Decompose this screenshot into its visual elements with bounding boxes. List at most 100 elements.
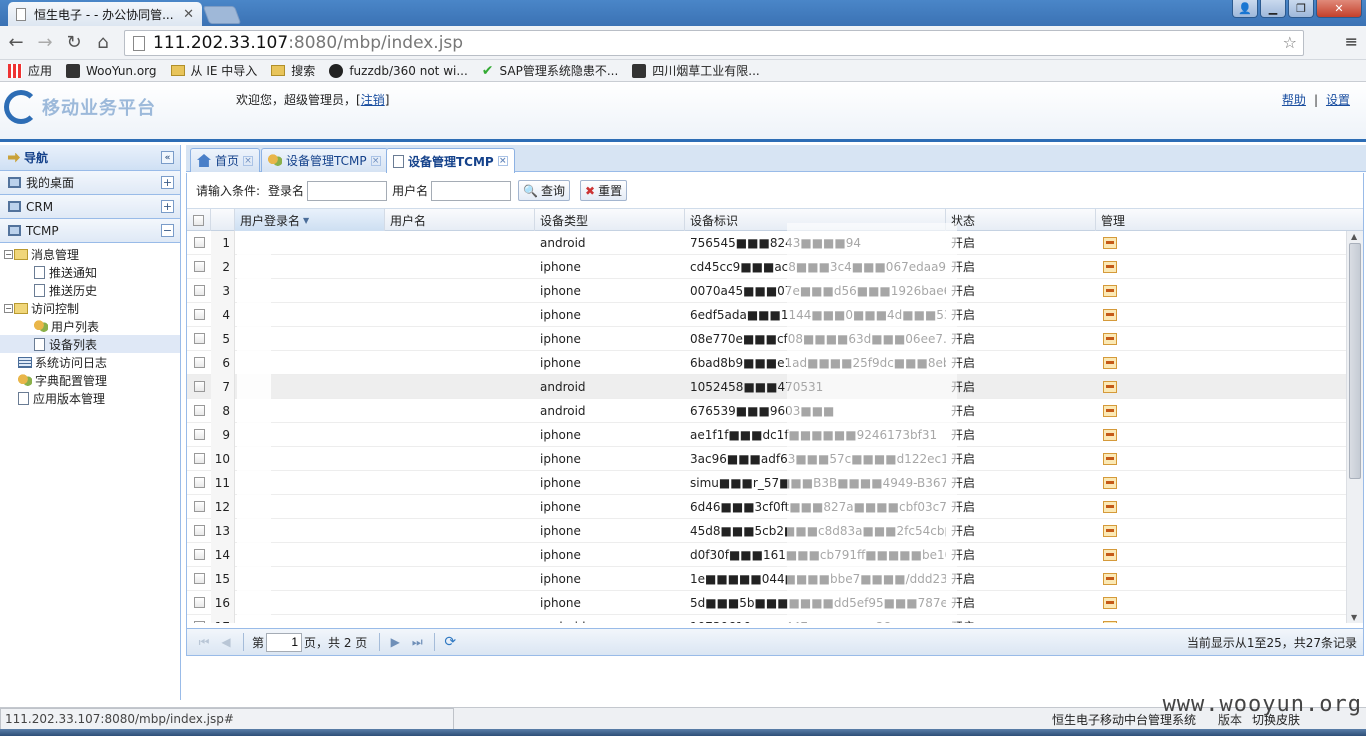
minimize-button[interactable]: ▁	[1260, 0, 1286, 18]
table-row[interactable]: 15 iphone 1e■■■■■044■■■■bbe7■■■■/ddd23dddf…	[187, 566, 1363, 591]
manage-back-arrow-icon[interactable]	[1103, 380, 1117, 393]
profile-icon[interactable]: 👤	[1232, 0, 1258, 18]
row-checkbox[interactable]	[193, 453, 205, 464]
table-row[interactable]: 9 iphone ae1f1f■■■dc1f■■■■■■9246173bf31 开启	[187, 422, 1363, 447]
grid-scrollbar[interactable]: ▲ ▼	[1346, 231, 1363, 623]
table-row[interactable]: 5 iphone 08e770e■■■cf08■■■■63d■■■06ee7... 开…	[187, 326, 1363, 351]
manage-back-arrow-icon[interactable]	[1103, 260, 1117, 273]
reload-icon[interactable]: ↻	[61, 32, 87, 53]
refresh-icon[interactable]: ⟳	[443, 634, 457, 650]
tree-node-access-log[interactable]: 系统访问日志	[0, 353, 180, 371]
close-tab-icon[interactable]: ×	[497, 156, 508, 166]
tree-node-device-list[interactable]: 设备列表	[0, 335, 180, 353]
settings-link[interactable]: 设置	[1326, 93, 1350, 107]
manage-back-arrow-icon[interactable]	[1103, 356, 1117, 369]
tree-node-app-version[interactable]: 应用版本管理	[0, 389, 180, 407]
manage-back-arrow-icon[interactable]	[1103, 524, 1117, 537]
sidebar-section-crm[interactable]: CRM +	[0, 195, 180, 219]
close-window-button[interactable]: ✕	[1316, 0, 1362, 18]
table-row[interactable]: 3 iphone 0070a45■■■07e■■■d56■■■1926bae6a..…	[187, 278, 1363, 303]
tree-node-push-history[interactable]: 推送历史	[0, 281, 180, 299]
scroll-thumb[interactable]	[1349, 243, 1361, 479]
row-checkbox[interactable]	[193, 237, 205, 248]
row-checkbox[interactable]	[193, 357, 205, 368]
row-checkbox[interactable]	[193, 333, 205, 344]
table-row[interactable]: 2 iphone cd45cc9■■■ac8■■■3c4■■■067edaa983.…	[187, 254, 1363, 279]
manage-back-arrow-icon[interactable]	[1103, 500, 1117, 513]
table-row[interactable]: 17 android10730610■■■447■■■■■■28开启	[187, 614, 1363, 623]
row-checkbox[interactable]	[193, 261, 205, 272]
page-number-input[interactable]	[266, 632, 303, 652]
forward-icon[interactable]: →	[32, 32, 58, 53]
manage-back-arrow-icon[interactable]	[1103, 476, 1117, 489]
close-tab-icon[interactable]: ×	[243, 155, 254, 166]
first-page-icon[interactable]: ⏮	[197, 635, 211, 650]
row-checkbox[interactable]	[193, 309, 205, 320]
bookmark-star-icon[interactable]: ☆	[1283, 33, 1297, 52]
select-all-checkbox[interactable]	[193, 214, 204, 226]
scroll-up-icon[interactable]: ▲	[1351, 232, 1357, 241]
tree-node-message-mgmt[interactable]: − 消息管理	[0, 245, 180, 263]
menu-icon[interactable]: ≡	[1345, 32, 1358, 51]
manage-back-arrow-icon[interactable]	[1103, 596, 1117, 609]
manage-back-arrow-icon[interactable]	[1103, 308, 1117, 321]
tree-collapse-icon[interactable]: −	[4, 249, 13, 259]
collapse-sidebar-icon[interactable]: «	[161, 151, 174, 164]
row-checkbox[interactable]	[193, 525, 205, 536]
table-row[interactable]: 7 android 1052458■■■470531 开启	[187, 374, 1363, 399]
bookmark-sap[interactable]: ✔ SAP管理系统隐患不...	[482, 62, 618, 79]
bookmark-fuzzdb[interactable]: fuzzdb/360 not wi...	[329, 63, 468, 78]
manage-back-arrow-icon[interactable]	[1103, 572, 1117, 585]
scroll-down-icon[interactable]: ▼	[1351, 613, 1357, 622]
row-checkbox[interactable]	[193, 501, 205, 512]
row-checkbox[interactable]	[193, 549, 205, 560]
bookmark-apps[interactable]: 应用	[8, 62, 52, 79]
row-checkbox[interactable]	[193, 597, 205, 608]
manage-back-arrow-icon[interactable]	[1103, 284, 1117, 297]
tree-node-user-list[interactable]: 用户列表	[0, 317, 180, 335]
sidebar-section-tcmp[interactable]: TCMP −	[0, 219, 180, 243]
expand-icon[interactable]: +	[161, 176, 174, 189]
help-link[interactable]: 帮助	[1282, 93, 1306, 107]
prev-page-icon[interactable]: ◀	[219, 635, 233, 649]
collapse-icon[interactable]: −	[161, 224, 174, 237]
bookmark-sichuan[interactable]: 四川烟草工业有限...	[632, 62, 760, 79]
manage-back-arrow-icon[interactable]	[1103, 236, 1117, 249]
browser-tab[interactable]: 恒生电子 - - 办公协同管... ✕	[8, 2, 202, 26]
row-checkbox[interactable]	[193, 477, 205, 488]
last-page-icon[interactable]: ⏭	[410, 635, 424, 650]
manage-back-arrow-icon[interactable]	[1103, 620, 1117, 623]
table-row[interactable]: 11 iphone simu■■■r_57■■■B3B■■■■4949-B367-2…	[187, 470, 1363, 495]
next-page-icon[interactable]: ▶	[388, 635, 402, 649]
home-icon[interactable]: ⌂	[90, 32, 116, 53]
bookmark-ie-import[interactable]: 从 IE 中导入	[170, 62, 257, 79]
table-row[interactable]: 1 android 756545■■■8243■■■■94 开启	[187, 231, 1363, 255]
bookmark-search[interactable]: 搜索	[271, 62, 315, 79]
table-row[interactable]: 13 iphone 45d8■■■5cb2■■■c8d83a■■■2fc54cb■■…	[187, 518, 1363, 543]
tab-device-mgmt-2[interactable]: 设备管理TCMP ×	[386, 148, 515, 173]
manage-back-arrow-icon[interactable]	[1103, 332, 1117, 345]
row-checkbox[interactable]	[193, 405, 205, 416]
tab-home[interactable]: 首页 ×	[190, 148, 261, 172]
login-name-input[interactable]	[307, 180, 388, 201]
tree-node-access-control[interactable]: − 访问控制	[0, 299, 180, 317]
new-tab-button[interactable]	[202, 6, 242, 24]
row-checkbox[interactable]	[193, 285, 205, 296]
table-row[interactable]: 16 iphone 5d■■■5b■■■■■■■dd5ef95■■■787e05a2…	[187, 590, 1363, 615]
expand-icon[interactable]: +	[161, 200, 174, 213]
bookmark-wooyun[interactable]: WooYun.org	[66, 63, 157, 78]
manage-back-arrow-icon[interactable]	[1103, 404, 1117, 417]
table-row[interactable]: 8 android 676539■■■9603■■■ 开启	[187, 398, 1363, 423]
row-checkbox[interactable]	[193, 621, 205, 623]
close-tab-icon[interactable]: ✕	[183, 7, 194, 22]
col-status[interactable]: 状态	[946, 209, 1096, 231]
table-row[interactable]: 14 iphone d0f30f■■■161■■■cb791ff■■■■■be10c…	[187, 542, 1363, 567]
tree-node-dictionary[interactable]: 字典配置管理	[0, 371, 180, 389]
username-input[interactable]	[431, 180, 512, 201]
manage-back-arrow-icon[interactable]	[1103, 548, 1117, 561]
back-icon[interactable]: ←	[3, 32, 29, 53]
table-row[interactable]: 12 iphone 6d46■■■3cf0ft■■■827a■■■■cbf03c72…	[187, 494, 1363, 519]
tree-node-push-notify[interactable]: 推送通知	[0, 263, 180, 281]
reset-button[interactable]: ✖ 重置	[580, 180, 628, 201]
sidebar-section-desktop[interactable]: 我的桌面 +	[0, 171, 180, 195]
